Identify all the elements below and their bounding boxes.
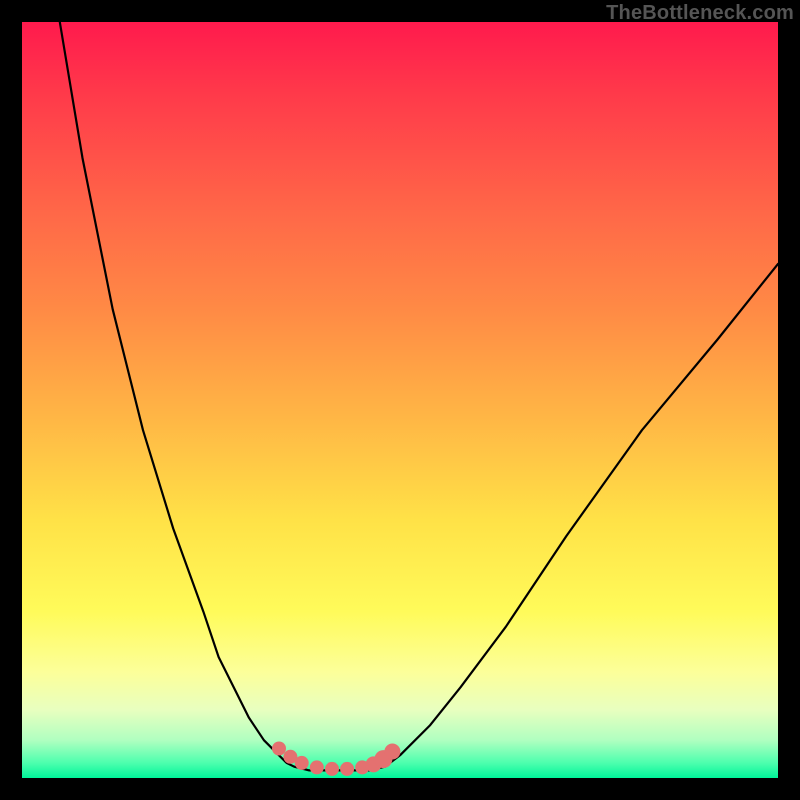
marker-dots	[272, 742, 400, 776]
curve-svg	[22, 22, 778, 778]
marker-dot	[384, 744, 400, 760]
chart-area	[22, 22, 778, 778]
marker-dot	[310, 760, 324, 774]
bottleneck-curve	[60, 22, 778, 770]
marker-dot	[325, 762, 339, 776]
watermark-text: TheBottleneck.com	[606, 2, 794, 25]
marker-dot	[340, 762, 354, 776]
marker-dot	[295, 756, 309, 770]
marker-dot	[272, 742, 286, 756]
